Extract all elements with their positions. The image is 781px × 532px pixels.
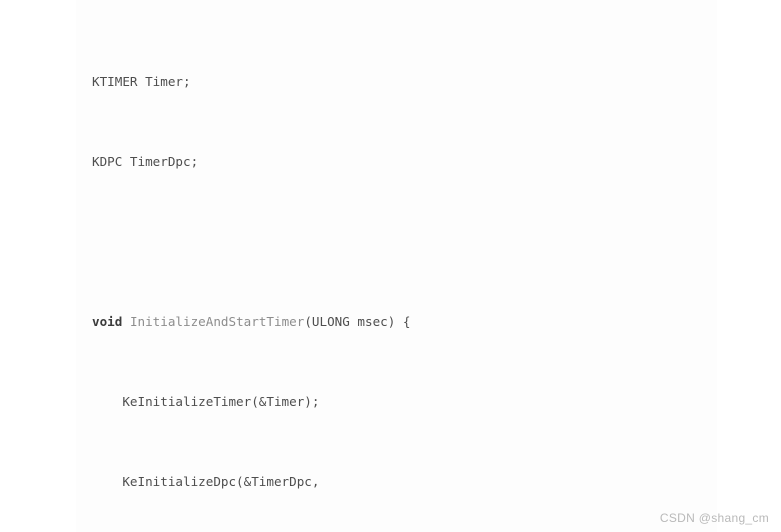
- watermark: CSDN @shang_cm: [659, 511, 769, 525]
- code-text: KeInitializeDpc(&TimerDpc,: [92, 474, 320, 489]
- code-line: void InitializeAndStartTimer(ULONG msec)…: [92, 312, 752, 332]
- code-line: KDPC TimerDpc;: [92, 152, 752, 172]
- screenshot-root: KTIMER Timer; KDPC TimerDpc; void Initia…: [0, 0, 781, 532]
- code-line: KTIMER Timer;: [92, 72, 752, 92]
- keyword-void: void: [92, 314, 123, 329]
- code-text: KeInitializeTimer(&Timer);: [92, 394, 320, 409]
- code-block[interactable]: KTIMER Timer; KDPC TimerDpc; void Initia…: [92, 12, 752, 532]
- code-text: KTIMER Timer;: [92, 74, 191, 89]
- code-text: KDPC TimerDpc;: [92, 154, 199, 169]
- code-line: KeInitializeTimer(&Timer);: [92, 392, 752, 412]
- code-line: KeInitializeDpc(&TimerDpc,: [92, 472, 752, 492]
- code-text: (ULONG msec) {: [304, 314, 411, 329]
- function-name: InitializeAndStartTimer: [129, 314, 305, 329]
